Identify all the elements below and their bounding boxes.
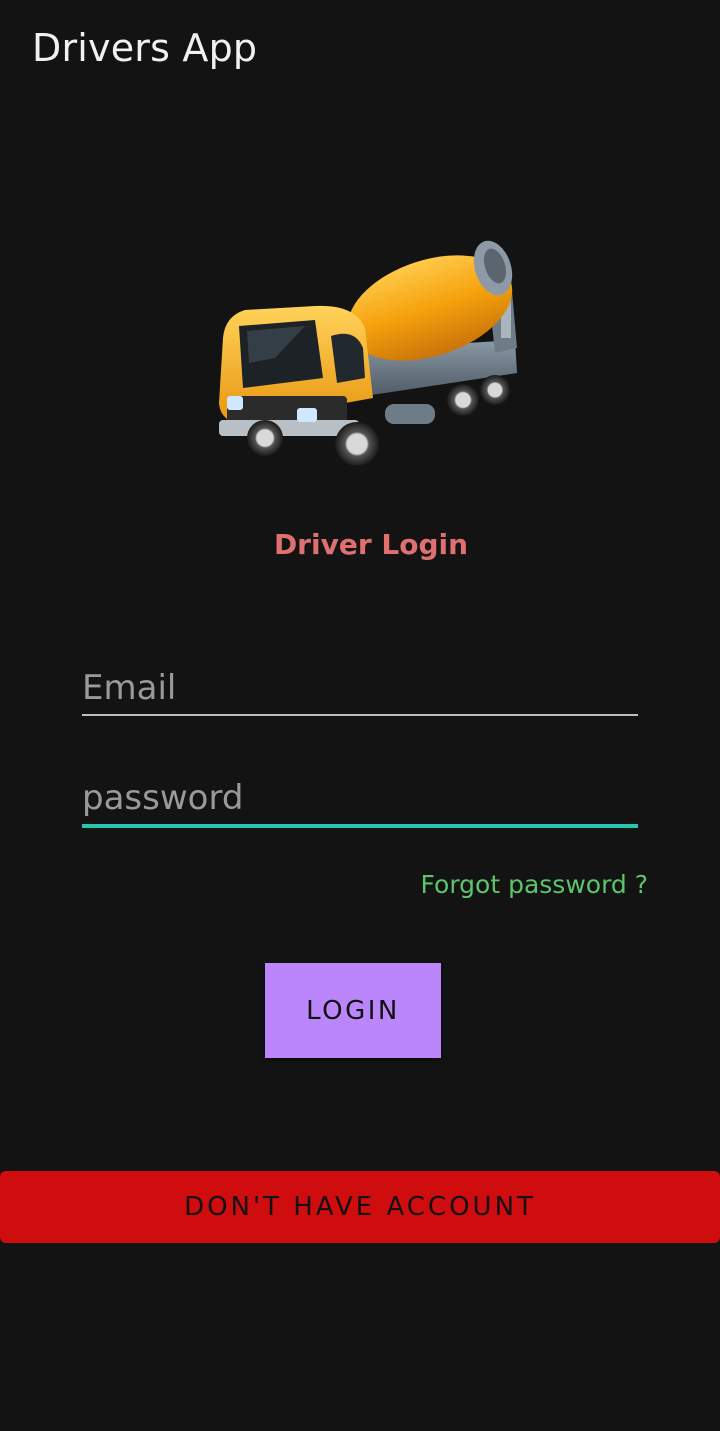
- email-underline: [82, 714, 638, 716]
- password-underline: [82, 824, 638, 828]
- app-title: Drivers App: [32, 26, 258, 70]
- concrete-mixer-truck-icon: [205, 228, 525, 478]
- dont-have-account-button[interactable]: DON'T HAVE ACCOUNT: [0, 1171, 720, 1243]
- driver-login-heading: Driver Login: [273, 528, 469, 561]
- forgot-password-link[interactable]: Forgot password ?: [421, 870, 648, 899]
- login-button[interactable]: LOGIN: [265, 963, 441, 1058]
- password-input[interactable]: [82, 772, 638, 824]
- password-field[interactable]: [82, 772, 638, 828]
- login-screen: Drivers App Driver Login Email Forgot pa…: [0, 0, 720, 1431]
- email-field[interactable]: [82, 662, 638, 716]
- email-input[interactable]: [82, 662, 638, 714]
